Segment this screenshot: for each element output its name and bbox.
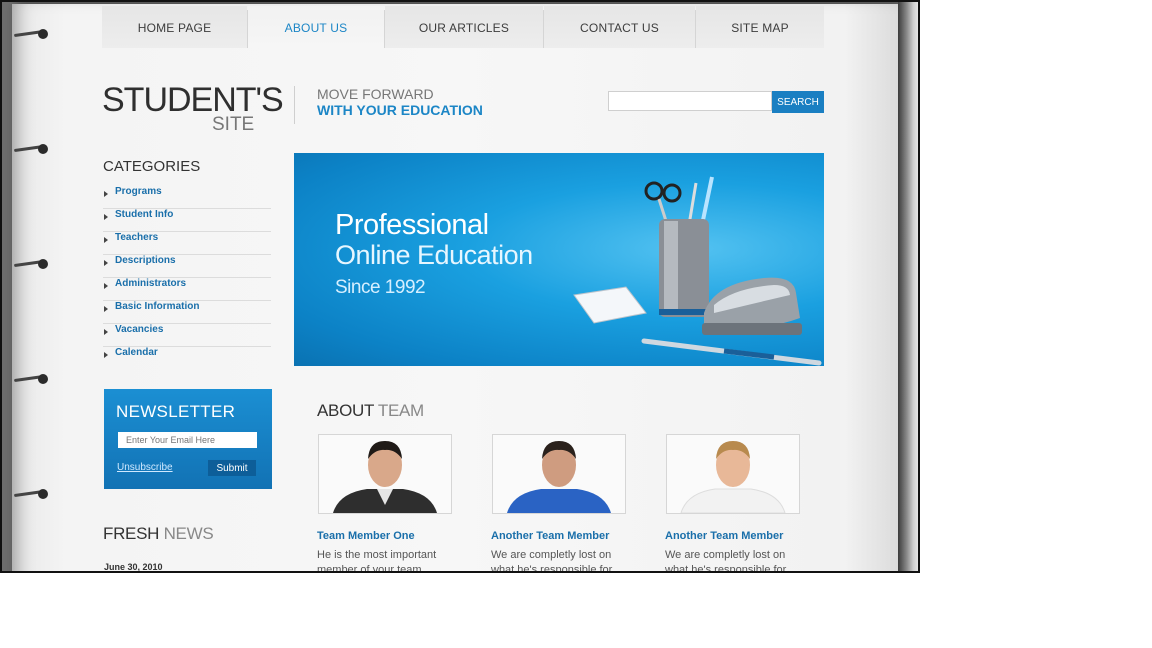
category-label: Vacancies bbox=[115, 324, 164, 335]
newsletter-box: NEWSLETTER Unsubscribe Submit bbox=[104, 389, 272, 489]
category-item[interactable]: Basic Information bbox=[103, 300, 271, 324]
unsubscribe-link[interactable]: Unsubscribe bbox=[117, 462, 173, 473]
site-logo[interactable]: STUDENT'S bbox=[102, 80, 284, 120]
category-item[interactable]: Administrators bbox=[103, 277, 271, 301]
binder-ring-icon bbox=[13, 258, 48, 270]
hero-since: Since 1992 bbox=[335, 277, 426, 298]
bullet-arrow-icon bbox=[104, 306, 108, 312]
team-member-photo[interactable] bbox=[492, 434, 626, 514]
category-item[interactable]: Programs bbox=[103, 185, 271, 209]
binder-ring-icon bbox=[13, 373, 48, 385]
team-member-desc: We are completly lost on what he's respo… bbox=[491, 549, 613, 573]
category-item[interactable]: Vacancies bbox=[103, 323, 271, 347]
bullet-arrow-icon bbox=[104, 283, 108, 289]
search-input[interactable] bbox=[608, 91, 772, 111]
avatar bbox=[493, 435, 625, 513]
browser-frame: HOME PAGE ABOUT US OUR ARTICLES CONTACT … bbox=[0, 0, 920, 573]
site-logo-sub: SITE bbox=[212, 114, 255, 135]
fresh-news-title-light: NEWS bbox=[163, 524, 214, 543]
news-date: June 30, 2010 bbox=[104, 562, 163, 572]
hero-title: Professional bbox=[335, 209, 489, 241]
category-label: Administrators bbox=[115, 278, 187, 289]
nav-sitemap[interactable]: SITE MAP bbox=[696, 6, 824, 48]
fresh-news-title: FRESH NEWS bbox=[103, 524, 214, 544]
tagline-line1: MOVE FORWARD bbox=[317, 86, 434, 102]
about-team-title-light: TEAM bbox=[377, 401, 424, 420]
stationery-illustration bbox=[573, 176, 822, 366]
bullet-arrow-icon bbox=[104, 191, 108, 197]
nav-contact[interactable]: CONTACT US bbox=[544, 6, 695, 48]
page-edge bbox=[898, 2, 918, 571]
header-divider bbox=[294, 86, 295, 124]
binder-ring-icon bbox=[13, 143, 48, 155]
bullet-arrow-icon bbox=[104, 329, 108, 335]
hero-banner[interactable]: Professional Online Education Since 1992 bbox=[294, 153, 824, 366]
team-member-desc: He is the most important member of your … bbox=[317, 549, 437, 573]
hero-subtitle: Online Education bbox=[335, 240, 533, 270]
search-button[interactable]: SEARCH bbox=[772, 91, 824, 113]
team-member-name[interactable]: Team Member One bbox=[317, 530, 415, 542]
tagline-line2: WITH YOUR EDUCATION bbox=[317, 102, 483, 118]
category-item[interactable]: Student Info bbox=[103, 208, 271, 232]
main-nav: HOME PAGE ABOUT US OUR ARTICLES CONTACT … bbox=[102, 6, 824, 48]
category-item[interactable]: Teachers bbox=[103, 231, 271, 255]
category-item[interactable]: Calendar bbox=[103, 346, 271, 369]
about-team-title: ABOUT TEAM bbox=[317, 401, 424, 421]
bullet-arrow-icon bbox=[104, 214, 108, 220]
category-label: Calendar bbox=[115, 347, 158, 358]
bullet-arrow-icon bbox=[104, 260, 108, 266]
category-label: Descriptions bbox=[115, 255, 176, 266]
avatar bbox=[319, 435, 451, 513]
fresh-news-title-bold: FRESH bbox=[103, 524, 160, 543]
binder-ring-icon bbox=[13, 28, 48, 40]
avatar bbox=[667, 435, 799, 513]
team-member-name[interactable]: Another Team Member bbox=[665, 530, 783, 542]
team-member-photo[interactable] bbox=[666, 434, 800, 514]
newsletter-title: NEWSLETTER bbox=[116, 402, 236, 421]
category-item[interactable]: Descriptions bbox=[103, 254, 271, 278]
category-label: Student Info bbox=[115, 209, 174, 220]
team-member-name[interactable]: Another Team Member bbox=[491, 530, 609, 542]
team-member-desc: We are completly lost on what he's respo… bbox=[665, 549, 787, 573]
category-label: Programs bbox=[115, 186, 162, 197]
categories-title: CATEGORIES bbox=[103, 158, 201, 175]
team-member-photo[interactable] bbox=[318, 434, 452, 514]
nav-home[interactable]: HOME PAGE bbox=[102, 6, 247, 48]
newsletter-submit-button[interactable]: Submit bbox=[208, 460, 256, 476]
category-label: Basic Information bbox=[115, 301, 200, 312]
binder-ring-icon bbox=[13, 488, 48, 500]
nav-articles[interactable]: OUR ARTICLES bbox=[385, 6, 543, 48]
newsletter-email-input[interactable] bbox=[118, 432, 257, 448]
bullet-arrow-icon bbox=[104, 352, 108, 358]
about-team-title-bold: ABOUT bbox=[317, 401, 374, 420]
nav-about[interactable]: ABOUT US bbox=[248, 6, 384, 48]
bullet-arrow-icon bbox=[104, 237, 108, 243]
category-label: Teachers bbox=[115, 232, 159, 243]
